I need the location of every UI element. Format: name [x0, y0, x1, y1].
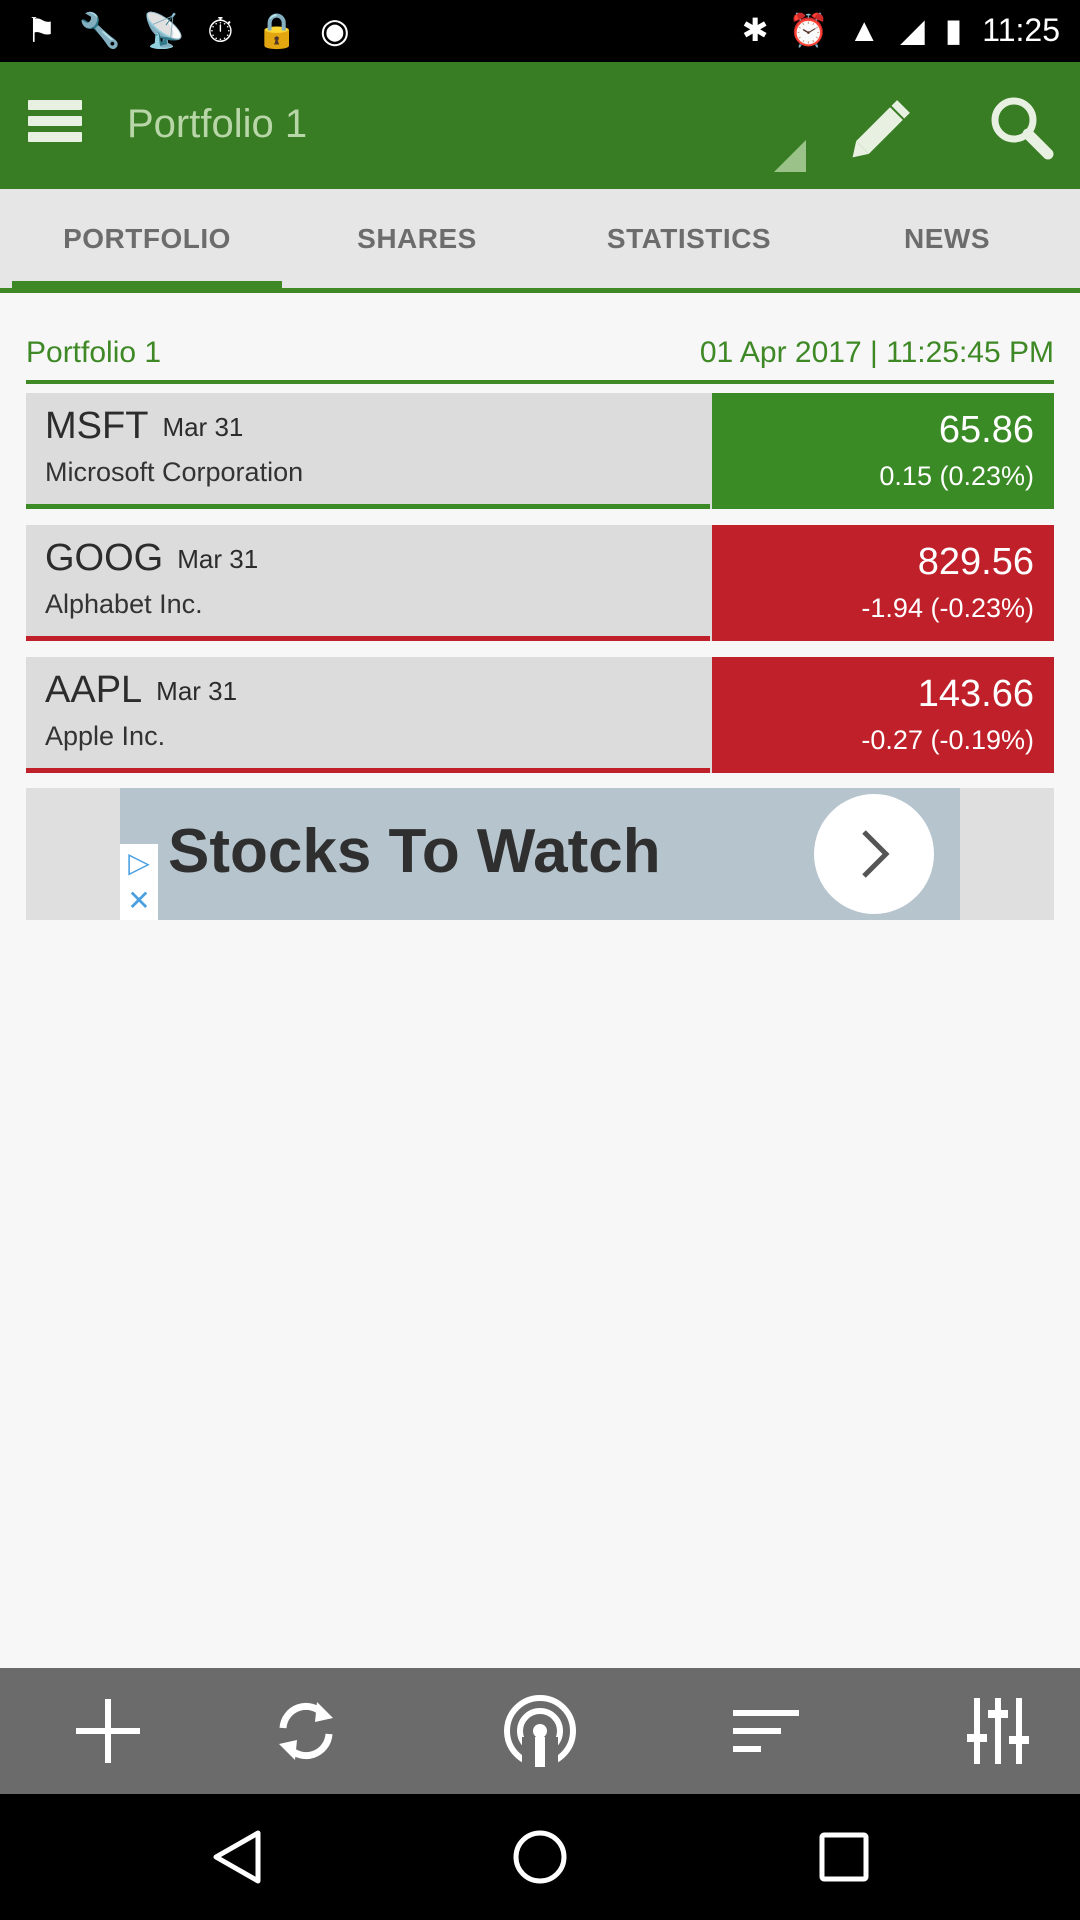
tab-shares[interactable]: SHARES [282, 189, 552, 288]
stock-symbol: GOOG [45, 537, 164, 579]
ad-text: Stocks To Watch [168, 817, 661, 886]
stock-company: Alphabet Inc. [45, 589, 203, 619]
bluetooth-icon: ✱ [741, 12, 769, 48]
wifi-icon: ▲ [848, 12, 881, 48]
fake-gps-icon: ⚑ [26, 12, 57, 50]
dropdown-icon[interactable] [774, 140, 806, 172]
lock-icon: 🔒 [255, 12, 299, 50]
portfolio-timestamp: 01 Apr 2017 | 11:25:45 PM [699, 336, 1054, 369]
stock-change: -0.27 (-0.19%) [861, 725, 1034, 755]
app-bar: Portfolio 1 [0, 62, 1080, 189]
stock-price: 143.66 [917, 673, 1034, 715]
system-nav-bar [0, 1794, 1080, 1920]
stock-date: Mar 31 [156, 676, 238, 706]
recents-icon[interactable] [784, 1794, 904, 1920]
tab-portfolio[interactable]: PORTFOLIO [12, 189, 282, 293]
broadcast-icon[interactable] [432, 1668, 648, 1794]
trend-indicator [26, 504, 710, 509]
wrench-icon: 🔧 [78, 12, 121, 50]
edit-icon[interactable] [846, 90, 920, 164]
price-box: 143.66 -0.27 (-0.19%) [712, 657, 1054, 773]
portfolio-header: Portfolio 1 01 Apr 2017 | 11:25:45 PM [26, 330, 1054, 384]
ad-choices-icon[interactable]: ▷ [120, 844, 158, 882]
stock-symbol-line: AAPL Mar 31 [45, 669, 237, 712]
menu-icon[interactable] [28, 100, 82, 148]
stock-date: Mar 31 [162, 412, 244, 442]
stock-symbol-line: GOOG Mar 31 [45, 537, 258, 580]
stock-company: Apple Inc. [45, 721, 166, 751]
trend-indicator [26, 768, 710, 773]
price-box: 829.56 -1.94 (-0.23%) [712, 525, 1054, 641]
satellite-icon: 📡 [142, 12, 186, 50]
status-time: 11:25 [982, 12, 1060, 48]
stock-symbol-line: MSFT Mar 31 [45, 405, 243, 448]
stock-date: Mar 31 [177, 544, 259, 574]
bottom-toolbar [0, 1668, 1080, 1794]
home-icon[interactable] [480, 1794, 600, 1920]
stock-row-goog[interactable]: GOOG Mar 31 Alphabet Inc. 829.56 -1.94 (-… [26, 525, 1054, 641]
portfolio-name: Portfolio 1 [26, 336, 162, 369]
ad-close-icon[interactable]: ✕ [120, 882, 158, 920]
portfolio-selector[interactable]: Portfolio 1 [127, 102, 307, 147]
ad-creative[interactable]: Stocks To Watch [120, 788, 960, 920]
stock-info: MSFT Mar 31 Microsoft Corporation [26, 393, 710, 509]
stock-change: -1.94 (-0.23%) [861, 593, 1034, 623]
settings-sliders-icon[interactable] [890, 1668, 1080, 1794]
stock-info: GOOG Mar 31 Alphabet Inc. [26, 525, 710, 641]
ad-arrow-icon[interactable] [814, 794, 934, 914]
sort-icon[interactable] [658, 1668, 874, 1794]
trend-indicator [26, 636, 710, 641]
tab-label: NEWS [904, 222, 990, 254]
tab-label: STATISTICS [606, 222, 772, 254]
stock-row-msft[interactable]: MSFT Mar 31 Microsoft Corporation 65.86 0… [26, 393, 1054, 509]
stock-symbol: AAPL [45, 669, 143, 711]
ad-choices: ▷ ✕ [120, 844, 158, 920]
stock-info: AAPL Mar 31 Apple Inc. [26, 657, 710, 773]
tab-statistics[interactable]: STATISTICS [554, 189, 824, 288]
back-icon[interactable] [178, 1794, 298, 1920]
sync-icon: ⏱ [207, 12, 234, 50]
battery-icon: ▮ [944, 12, 963, 48]
stock-change: 0.15 (0.23%) [879, 461, 1034, 491]
tab-bar: PORTFOLIO SHARES STATISTICS NEWS [0, 189, 1080, 293]
search-icon[interactable] [984, 90, 1058, 164]
alarm-icon: ⏰ [788, 12, 829, 48]
refresh-icon[interactable] [198, 1668, 414, 1794]
stock-price: 65.86 [938, 409, 1034, 451]
add-icon[interactable] [0, 1668, 216, 1794]
android-icon: ◉ [320, 12, 350, 50]
signal-icon: ◢ [900, 12, 925, 48]
stock-price: 829.56 [917, 541, 1034, 583]
tab-news[interactable]: NEWS [812, 189, 1080, 288]
price-box: 65.86 0.15 (0.23%) [712, 393, 1054, 509]
status-bar: ⚑ 🔧 📡 ⏱ 🔒 ◉ ✱ ⏰ ▲ ◢ ▮ 11:25 [0, 0, 1080, 62]
ad-banner[interactable]: Stocks To Watch ▷ ✕ [26, 788, 1054, 920]
stock-row-aapl[interactable]: AAPL Mar 31 Apple Inc. 143.66 -0.27 (-0.1… [26, 657, 1054, 773]
tab-label: SHARES [357, 222, 477, 254]
tab-label: PORTFOLIO [63, 222, 231, 254]
stock-company: Microsoft Corporation [45, 457, 304, 487]
stock-symbol: MSFT [45, 405, 149, 447]
